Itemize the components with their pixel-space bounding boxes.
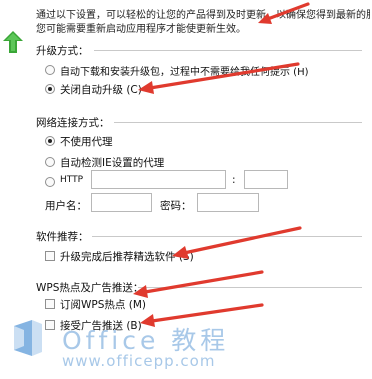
arrow-recommend-software	[172, 226, 302, 259]
watermark-url: www.officepp.com	[62, 352, 216, 370]
office-logo-icon	[10, 318, 46, 358]
arrow-top	[258, 2, 310, 24]
arrow-disable-upgrade	[138, 62, 300, 94]
arrow-subscribe-wps	[133, 270, 264, 298]
